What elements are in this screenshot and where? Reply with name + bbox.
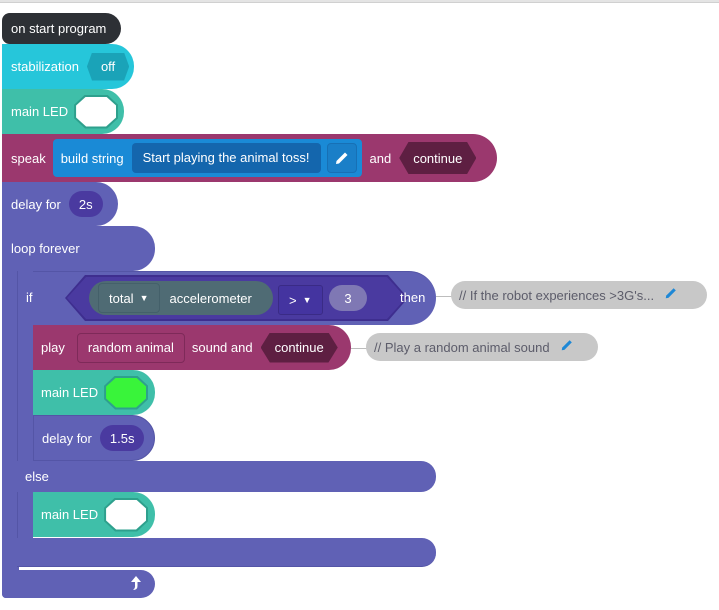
led-color-swatch bbox=[106, 499, 147, 530]
loop-label: loop forever bbox=[11, 241, 80, 256]
operator-dropdown[interactable]: > ▼ bbox=[278, 285, 323, 315]
if-side bbox=[17, 271, 33, 567]
top-border bbox=[0, 0, 719, 3]
block-label: main LED bbox=[41, 507, 99, 522]
block-label: on start program bbox=[11, 21, 107, 36]
led-color-picker[interactable] bbox=[104, 375, 149, 410]
pencil-icon[interactable] bbox=[664, 286, 678, 304]
mode-label: total bbox=[109, 290, 134, 306]
comparison-block[interactable]: total ▼ accelerometer > ▼ 3 bbox=[65, 275, 408, 321]
sound-dropdown[interactable]: random animal bbox=[76, 332, 185, 363]
build-string-block[interactable]: build string Start playing the animal to… bbox=[52, 139, 362, 177]
accelerometer-mode-dropdown[interactable]: total ▼ bbox=[98, 283, 160, 313]
speak-mode-dropdown[interactable]: continue bbox=[399, 142, 477, 174]
and-label: and bbox=[369, 150, 392, 166]
comment-text: // If the robot experiences >3G's... bbox=[459, 287, 655, 303]
else-bar bbox=[17, 461, 436, 492]
accelerometer-block[interactable]: total ▼ accelerometer bbox=[89, 281, 273, 315]
pencil-icon[interactable] bbox=[560, 338, 574, 356]
delay-value-input[interactable]: 2s bbox=[68, 191, 103, 217]
main-led-block[interactable]: main LED bbox=[2, 89, 124, 134]
on-start-program-block[interactable]: on start program bbox=[2, 13, 121, 44]
block-label: play bbox=[41, 340, 65, 355]
block-label: speak bbox=[11, 150, 46, 166]
block-label: stabilization bbox=[11, 59, 79, 74]
block-label: main LED bbox=[11, 104, 69, 119]
stabilization-value-dropdown[interactable]: off bbox=[86, 52, 130, 81]
pencil-icon[interactable] bbox=[326, 143, 357, 173]
comment-connector bbox=[351, 348, 367, 349]
play-sound-block[interactable]: play random animal sound and continue bbox=[33, 325, 351, 370]
block-label: delay for bbox=[11, 196, 61, 212]
led-color-picker[interactable] bbox=[104, 497, 149, 532]
comment-connector bbox=[436, 296, 452, 297]
dropdown-arrow-icon: ▼ bbox=[139, 293, 149, 303]
build-string-label: build string bbox=[60, 150, 124, 166]
loop-arrow-icon bbox=[128, 574, 144, 595]
dropdown-arrow-icon: ▼ bbox=[302, 295, 312, 305]
main-led-block[interactable]: main LED bbox=[33, 492, 155, 537]
delay-value-input[interactable]: 1.5s bbox=[99, 425, 145, 451]
threshold-input[interactable]: 3 bbox=[329, 285, 367, 311]
if-comment[interactable]: // If the robot experiences >3G's... bbox=[451, 281, 707, 309]
if-footer bbox=[17, 538, 436, 567]
led-color-swatch bbox=[106, 377, 147, 408]
play-mode-dropdown[interactable]: continue bbox=[260, 332, 338, 363]
sound-and-label: sound and bbox=[191, 340, 253, 355]
else-label: else bbox=[25, 469, 49, 484]
stabilization-block[interactable]: stabilization off bbox=[2, 44, 134, 89]
led-color-picker[interactable] bbox=[74, 94, 119, 129]
speak-text-field[interactable]: Start playing the animal toss! bbox=[131, 143, 321, 173]
play-comment[interactable]: // Play a random animal sound bbox=[366, 333, 598, 361]
operator-label: > bbox=[289, 292, 297, 308]
delay-block[interactable]: delay for 1.5s bbox=[33, 415, 155, 461]
delay-block[interactable]: delay for 2s bbox=[2, 182, 118, 226]
if-label: if bbox=[26, 290, 33, 305]
led-color-swatch bbox=[76, 96, 117, 127]
comment-text: // Play a random animal sound bbox=[374, 339, 550, 355]
then-label: then bbox=[400, 290, 426, 305]
block-label: delay for bbox=[42, 430, 92, 446]
main-led-block[interactable]: main LED bbox=[33, 370, 155, 415]
block-label: main LED bbox=[41, 385, 99, 400]
speak-block[interactable]: speak build string Start playing the ani… bbox=[2, 134, 497, 182]
sensor-label: accelerometer bbox=[169, 290, 252, 306]
